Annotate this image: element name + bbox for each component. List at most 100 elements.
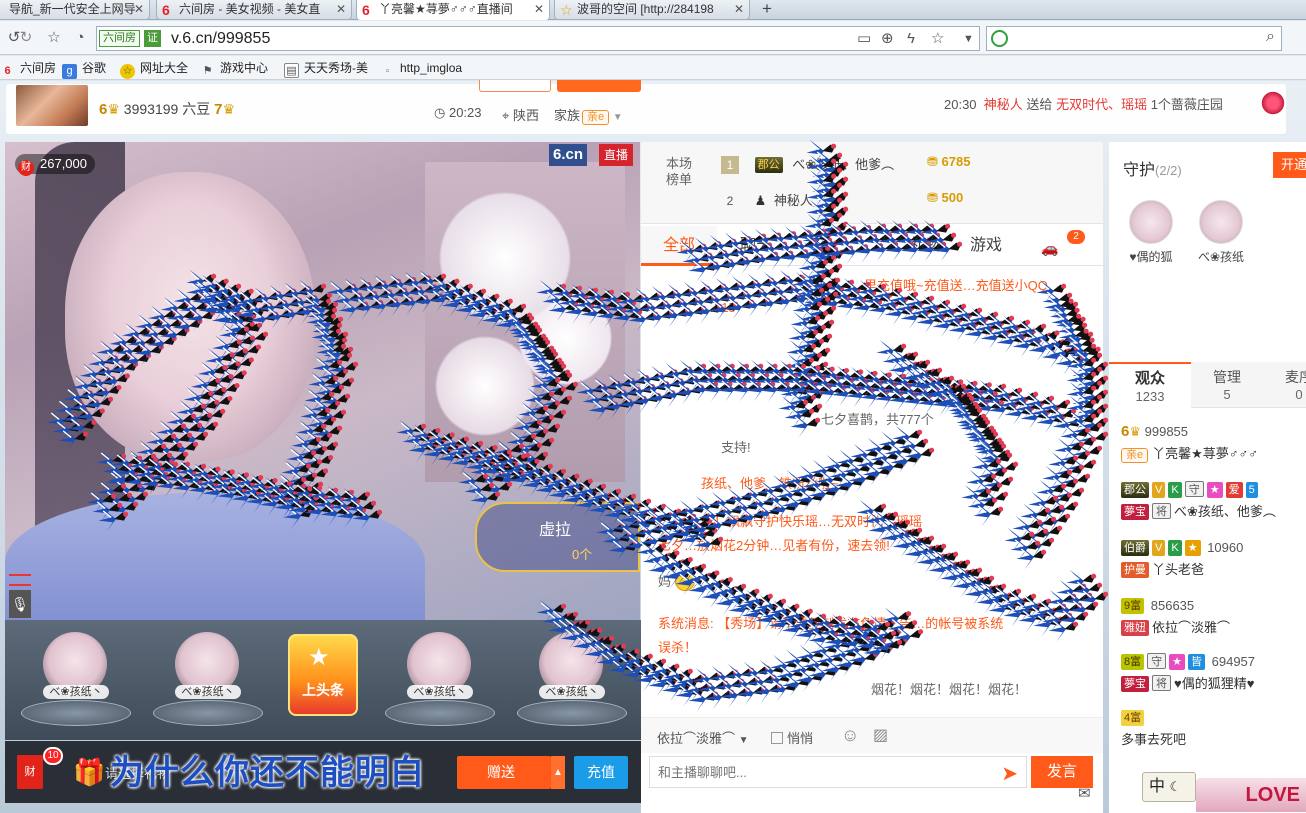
live-video[interactable]: 财 267,000 6.cn 直播 虚拉 0个 🎙: [5, 142, 640, 620]
chat-target[interactable]: 依拉⌒淡雅⌒ ▼: [657, 728, 749, 747]
screen-icon[interactable]: ▭: [857, 29, 871, 49]
bookmark-item[interactable]: ☆ 网址大全: [120, 59, 188, 79]
microphone-icon[interactable]: 🎙: [9, 590, 31, 618]
chevron-up-icon[interactable]: ▲: [551, 756, 565, 789]
virtual-gift-box[interactable]: 虚拉 0个: [475, 502, 640, 572]
zoom-icon[interactable]: ⊕: [881, 29, 894, 49]
user-id: 999855: [1144, 424, 1189, 439]
menu-icon[interactable]: [9, 574, 31, 586]
close-tab-icon[interactable]: ✕: [534, 0, 544, 18]
browser-tab-2[interactable]: 6 六间房 - 美女视频 - 美女直 ✕: [156, 0, 352, 20]
address-bar[interactable]: 六间房 证 v.6.cn/999855 ▭ ⊕ ϟ ☆ ▼: [96, 26, 980, 51]
audience-row[interactable]: 伯爵 V K ★ 10960: [1121, 538, 1243, 558]
guard-seat[interactable]: べ❀孩纸丶: [517, 630, 627, 730]
lightning-icon[interactable]: ϟ: [907, 29, 915, 49]
tab-mic-queue[interactable]: 麦序 0: [1263, 362, 1306, 408]
close-tab-icon[interactable]: ✕: [134, 0, 144, 18]
new-tab-button[interactable]: +: [754, 0, 780, 19]
chat-message: 支持!: [721, 440, 751, 455]
subscribe-button[interactable]: [557, 80, 641, 92]
wealth-bag-icon[interactable]: 财 10: [17, 747, 63, 789]
bookmark-label: 六间房: [20, 61, 57, 75]
search-box[interactable]: ⌕: [986, 26, 1282, 51]
rank-badge: 郡公: [754, 157, 783, 173]
audience-row[interactable]: 郡公 V K 守 ★ 爱 5: [1121, 480, 1261, 500]
tab-chat[interactable]: 聊天: [721, 226, 791, 266]
bookmark-star-icon[interactable]: ☆: [931, 29, 944, 49]
open-guard-button[interactable]: 开通: [1273, 152, 1306, 178]
rank-row[interactable]: 2 ♟ 神秘人 ⛃ 500: [721, 190, 964, 210]
audience-row[interactable]: 6♛ 999855: [1121, 422, 1188, 442]
mail-icon[interactable]: ✉: [1078, 784, 1091, 802]
guard-avatar: [1199, 200, 1243, 244]
guard-seat[interactable]: べ❀孩纸丶: [21, 630, 131, 730]
bookmark-item[interactable]: ▤ 天天秀场-美: [284, 59, 368, 78]
bookmark-item[interactable]: ⚑ 游戏中心: [200, 59, 268, 79]
audience-row[interactable]: 护曼 丫头老爸: [1121, 560, 1204, 580]
browser-tab-1[interactable]: 导航_新一代安全上网导 ✕: [0, 0, 150, 20]
family-tag: 亲e: [1121, 448, 1149, 463]
audience-row[interactable]: 8富守 ★ 皆 694957: [1121, 652, 1255, 672]
wealth-badge: 9富: [1121, 598, 1145, 614]
send-gift-button[interactable]: 赠送: [457, 756, 551, 789]
tab-count-badge: 2: [1067, 230, 1085, 244]
tab-audience[interactable]: 观众 1233: [1109, 362, 1191, 408]
headline-button[interactable]: ★ 上头条: [288, 634, 358, 716]
family[interactable]: 家族 亲e ▼: [554, 105, 623, 125]
portal-icon: ☆: [120, 64, 135, 79]
tab-label: 波哥的空间 [http://284198: [577, 2, 714, 16]
browser-tab-4[interactable]: ☆ 波哥的空间 [http://284198 ✕: [554, 0, 750, 20]
emoji-icon[interactable]: ☺: [841, 725, 859, 746]
image-icon[interactable]: ▨: [873, 725, 888, 745]
rank-label[interactable]: 本场 榜单: [659, 156, 699, 188]
chevron-down-icon[interactable]: ▼: [963, 29, 974, 49]
history-icon[interactable]: ◔: [70, 28, 90, 48]
car-icon[interactable]: 🚗: [1041, 240, 1058, 257]
host-beans: 6♛ 3993199 六豆 7♛: [99, 100, 235, 119]
recharge-button[interactable]: 充值: [574, 756, 628, 789]
host-avatar[interactable]: [16, 85, 88, 126]
audience-row[interactable]: 雅妞 依拉⌒淡雅⌒: [1121, 618, 1230, 638]
chat-tabs: 全部 聊天 礼物 游戏 🚗 2: [641, 226, 1103, 266]
rank-row[interactable]: 1 郡公 べ❀孩纸、他爹︵ ⛃ 6785: [721, 154, 970, 174]
chat-panel: 本场 榜单 1 郡公 べ❀孩纸、他爹︵ ⛃ 6785 2 ♟ 神秘人 ⛃ 500…: [641, 142, 1103, 813]
audience-row[interactable]: 9富 856635: [1121, 596, 1194, 616]
guard-seat[interactable]: べ❀孩纸丶: [153, 630, 263, 730]
paper-plane-icon[interactable]: ➤: [1001, 761, 1018, 786]
search-icon[interactable]: ⌕: [1266, 28, 1275, 46]
close-tab-icon[interactable]: ✕: [734, 0, 744, 18]
audience-row[interactable]: 夢宝将べ❀孩纸、他爹︵: [1121, 502, 1276, 522]
close-tab-icon[interactable]: ✕: [336, 0, 346, 18]
notice-sender[interactable]: 神秘人: [984, 97, 1023, 112]
audience-row[interactable]: 4富: [1121, 708, 1147, 728]
audience-row[interactable]: 亲e 丫亮馨★荨夢♂♂♂: [1121, 444, 1258, 464]
tab-games[interactable]: 游戏: [951, 226, 1021, 266]
whisper-checkbox[interactable]: 悄悄: [771, 728, 813, 747]
guard-seat[interactable]: べ❀孩纸丶: [385, 630, 495, 730]
browser-tab-3[interactable]: 6 丫亮馨★荨夢♂♂♂直播间 ✕: [356, 0, 550, 20]
chat-input[interactable]: [650, 757, 980, 787]
forward-icon[interactable]: ↻: [16, 28, 36, 48]
chevron-down-icon[interactable]: ▼: [739, 735, 749, 746]
tab-all[interactable]: 全部: [641, 226, 717, 266]
bookmark-item[interactable]: g 谷歌: [62, 59, 106, 79]
audience-row[interactable]: 夢宝将 ♥偶的狐狸精♥: [1121, 674, 1254, 694]
bookmark-item[interactable]: ▫ http_imgloa: [380, 59, 463, 79]
url-text[interactable]: v.6.cn/999855: [171, 29, 270, 49]
ime-indicator[interactable]: 中 ☾: [1142, 772, 1196, 802]
notice-verb: 送给: [1026, 97, 1053, 112]
chat-input-box[interactable]: ➤: [649, 756, 1027, 788]
gift-box-icon[interactable]: 🎁: [73, 757, 105, 788]
bookmark-item[interactable]: 6 六间房: [0, 59, 56, 79]
family-tag[interactable]: 亲e: [582, 110, 610, 125]
audience-row[interactable]: 多事去死吧: [1121, 730, 1186, 750]
checkbox-box[interactable]: [771, 732, 783, 744]
guard-member[interactable]: ♥偶的狐: [1121, 200, 1181, 265]
tab-admins[interactable]: 管理 5: [1191, 362, 1263, 408]
notice-receiver[interactable]: 无双时代、瑶瑶: [1056, 97, 1147, 112]
home-icon[interactable]: ☆: [44, 28, 64, 48]
guard-member[interactable]: べ❀孩纸: [1191, 200, 1251, 265]
chevron-down-icon[interactable]: ▼: [613, 112, 623, 123]
follow-button[interactable]: [479, 80, 551, 92]
chat-message: 孩纸、他爹…铁粉丝啦~: [701, 476, 839, 491]
